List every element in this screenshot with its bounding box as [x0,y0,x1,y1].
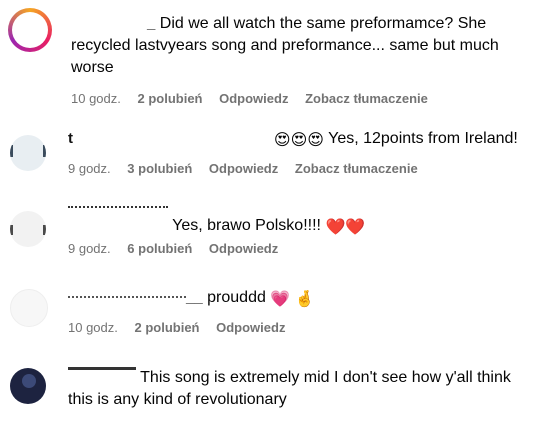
comment-1: _ Did we all watch the same preformamce?… [0,0,539,115]
reply-button[interactable]: Odpowiedz [209,241,278,256]
comment-body: prouddd [207,289,266,306]
comment-text: t 😍😍😍 Yes, 12points from Ireland! [68,128,538,152]
likes-count[interactable]: 2 polubień [135,320,200,335]
comment-meta: 10 godz. 2 polubień Odpowiedz Zobacz tłu… [71,91,441,106]
heart-eyes-emoji: 😍😍😍 [273,132,324,149]
comment-text: __ prouddd 💗 🤞 [68,287,538,311]
red-heart-emoji: ❤️❤️ [325,219,366,236]
comment-text: _ Did we all watch the same preformamce?… [71,13,531,79]
comment-meta: 9 godz. 3 polubień Odpowiedz Zobacz tłum… [68,161,431,176]
likes-count[interactable]: 6 polubień [127,241,192,256]
crossed-fingers-emoji: 🤞 [294,291,315,308]
avatar[interactable] [8,8,52,52]
comment-text: This song is extremely mid I don't see h… [68,367,534,411]
comment-body: Did we all watch the same preformamce? S… [71,15,499,76]
avatar[interactable] [10,211,46,247]
comment-body: Yes, 12points from Ireland! [328,130,518,147]
reply-button[interactable]: Odpowiedz [216,320,285,335]
comment-4: __ prouddd 💗 🤞 10 godz. 2 polubień Odpow… [0,275,539,355]
timestamp: 10 godz. [68,320,118,335]
reply-button[interactable]: Odpowiedz [209,161,278,176]
username[interactable]: _ [147,15,155,32]
timestamp: 10 godz. [71,91,121,106]
pink-heart-emoji: 💗 [270,291,291,308]
comment-5: This song is extremely mid I don't see h… [0,355,539,428]
reply-button[interactable]: Odpowiedz [219,91,288,106]
translate-button[interactable]: Zobacz tłumaczenie [305,91,428,106]
likes-count[interactable]: 2 polubień [138,91,203,106]
comment-text: Yes, brawo Polsko!!!! ❤️❤️ [68,206,538,239]
username[interactable]: t [68,130,73,147]
translate-button[interactable]: Zobacz tłumaczenie [295,161,418,176]
comment-3: Yes, brawo Polsko!!!! ❤️❤️ 9 godz. 6 pol… [0,195,539,275]
avatar[interactable] [10,135,46,171]
comment-body: Yes, brawo Polsko!!!! [172,217,321,234]
timestamp: 9 godz. [68,161,111,176]
comment-meta: 9 godz. 6 polubień Odpowiedz [68,241,291,256]
avatar[interactable] [10,289,48,327]
likes-count[interactable]: 3 polubień [127,161,192,176]
comment-2: t 😍😍😍 Yes, 12points from Ireland! 9 godz… [0,115,539,195]
avatar[interactable] [10,368,46,404]
timestamp: 9 godz. [68,241,111,256]
comment-meta: 10 godz. 2 polubień Odpowiedz [68,320,298,335]
username[interactable]: __ [186,289,203,306]
